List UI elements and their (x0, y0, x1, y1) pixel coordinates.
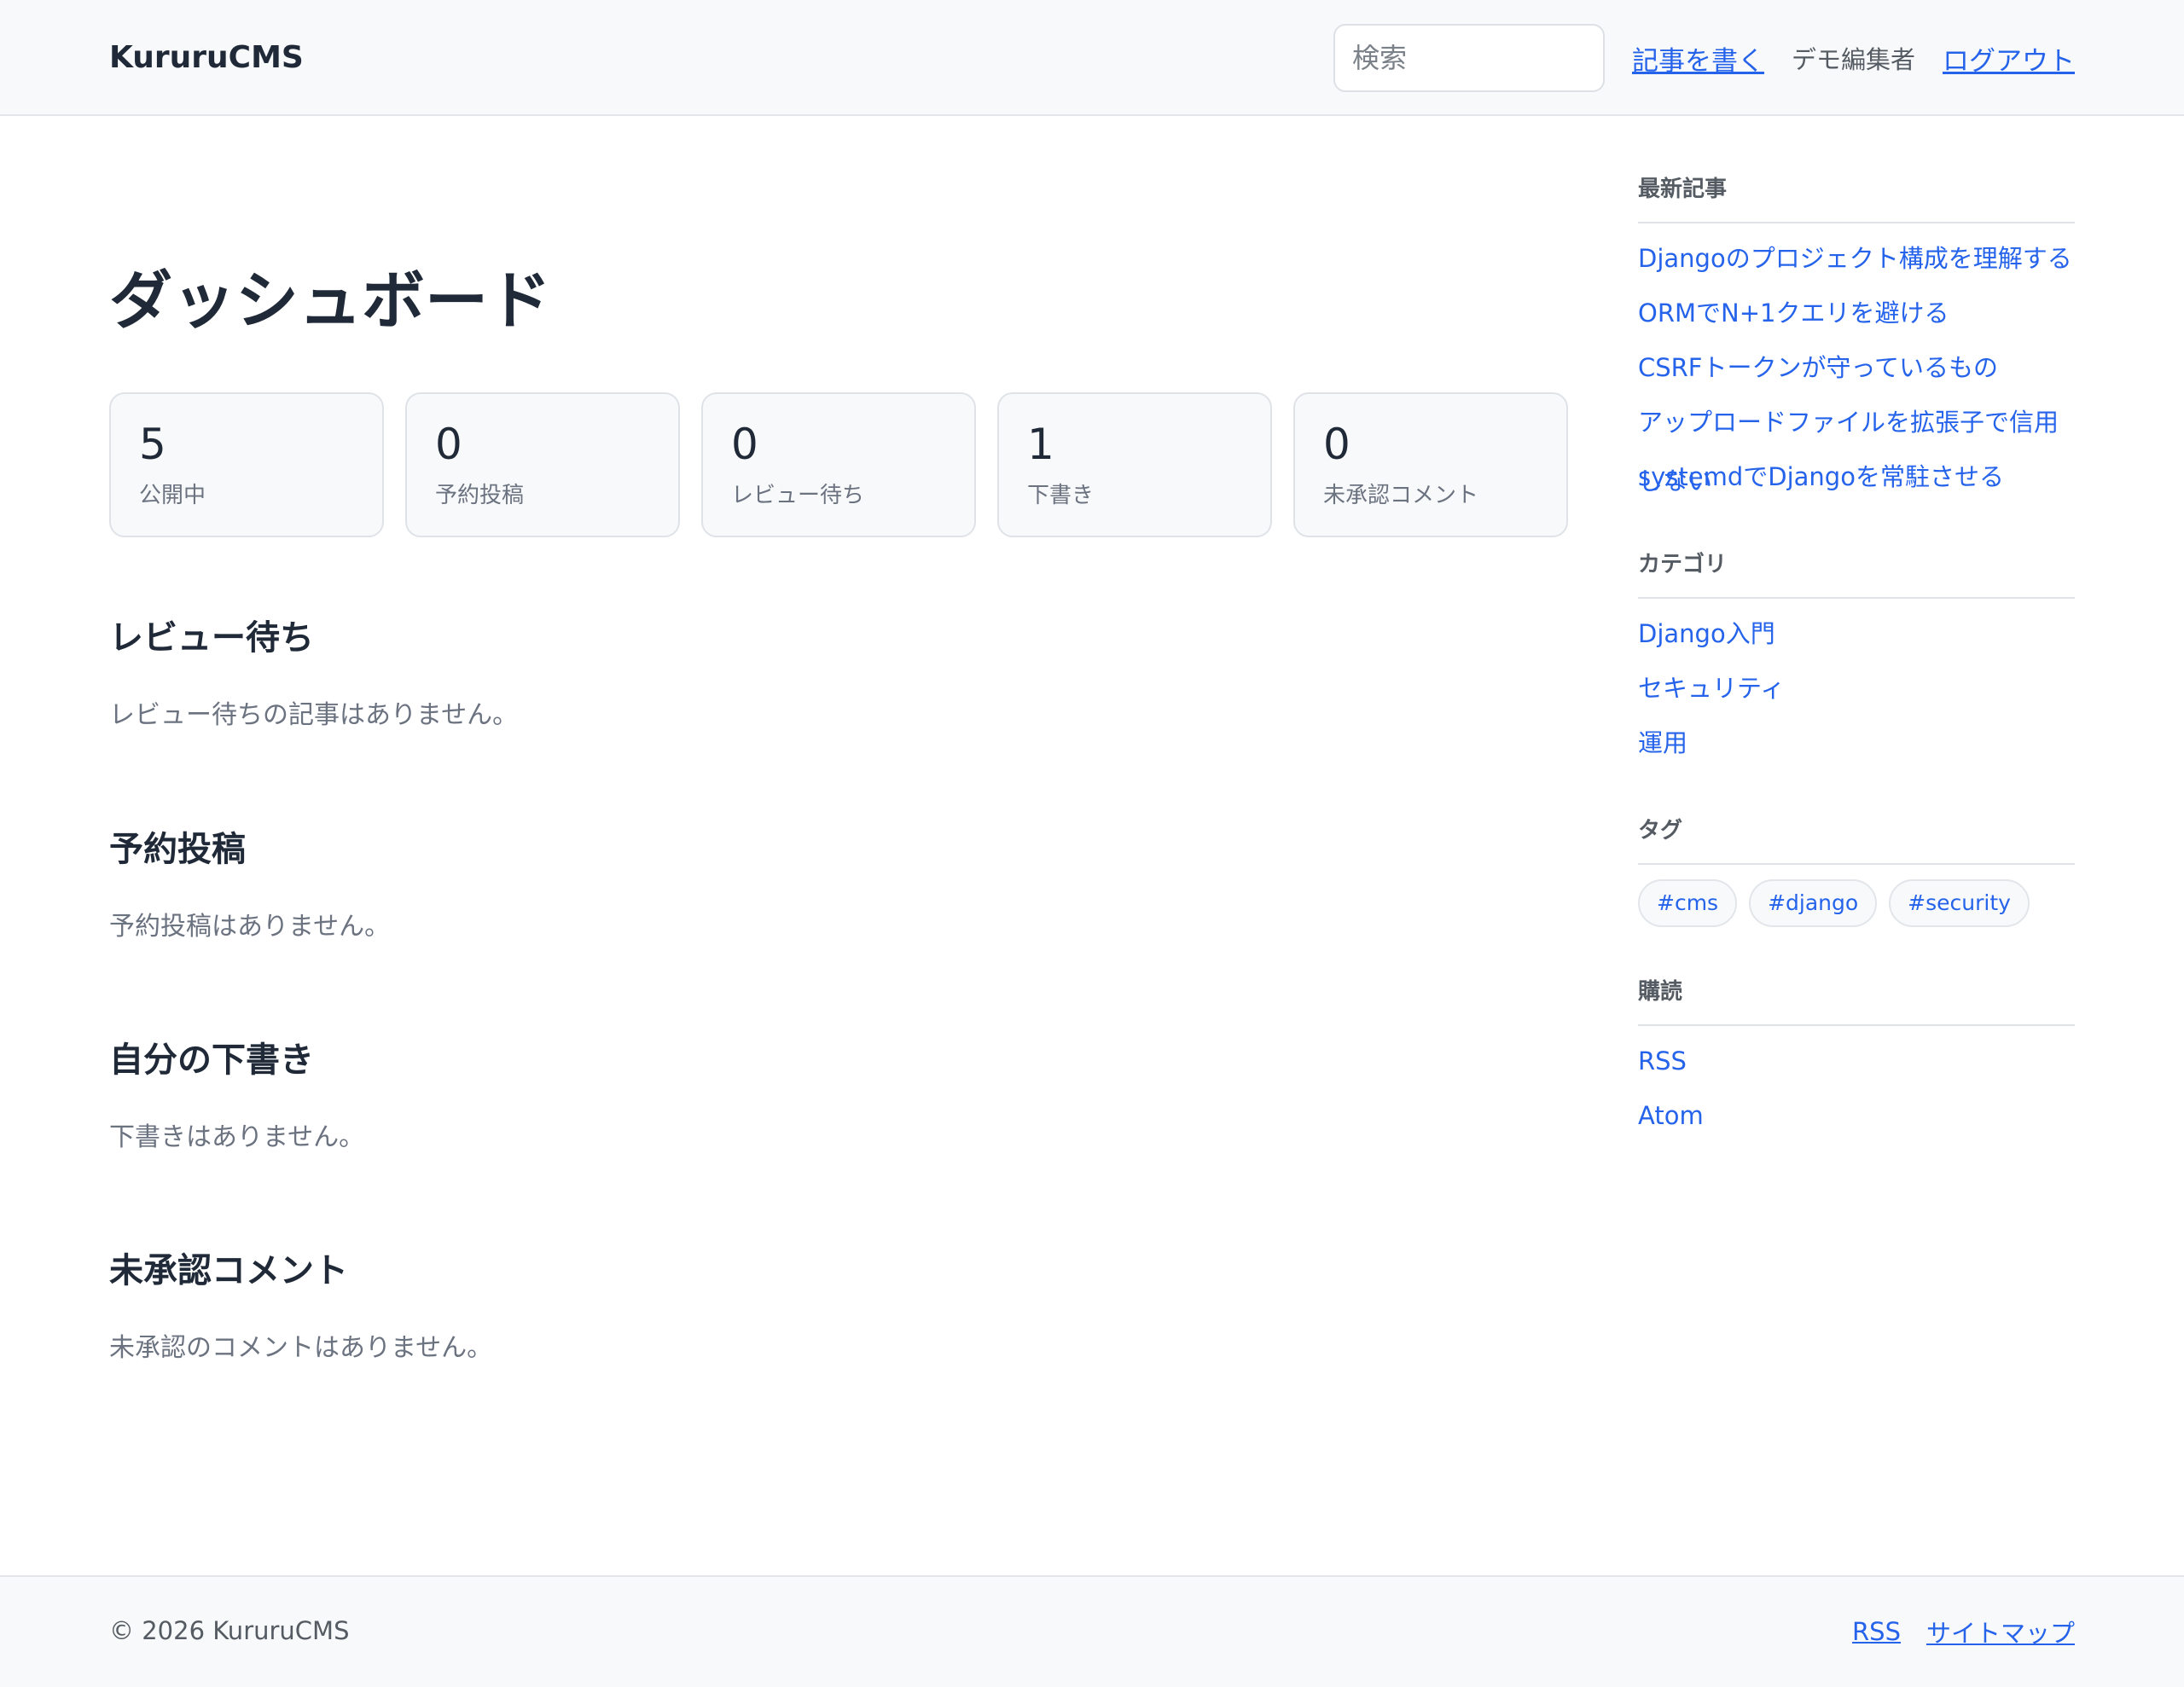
empty-message: レビュー待ちの記事はありません。 (109, 700, 519, 730)
recent-post-link[interactable]: Djangoのプロジェクト構成を理解する (1638, 244, 2072, 273)
recent-post-link[interactable]: ORMでN+1クエリを避ける (1638, 299, 1949, 328)
stat-card-unapproved-comments: 0 未承認コメント (1293, 392, 1568, 537)
stat-value: 0 (1323, 420, 1350, 469)
recent-post-link[interactable]: systemdでDjangoを常駐させる (1638, 462, 2004, 491)
section-title: 自分の下書き (109, 1041, 314, 1080)
stat-label: 公開中 (139, 483, 206, 508)
stat-label: 下書き (1027, 483, 1095, 508)
stat-card-pending-review: 0 レビュー待ち (701, 392, 976, 537)
sidebar-heading: タグ (1638, 814, 2075, 865)
sidebar-categories: カテゴリ Django入門 セキュリティ 運用 (1638, 548, 2075, 770)
recent-post-link[interactable]: CSRFトークンが守っているもの (1638, 353, 1998, 382)
stat-label: レビュー待ち (731, 483, 865, 508)
section-scheduled: 予約投稿 予約投稿はありません。 (109, 832, 390, 940)
section-my-drafts: 自分の下書き 下書きはありません。 (109, 1043, 364, 1151)
brand-logo-link[interactable]: KururuCMS (109, 0, 304, 116)
stat-value: 0 (435, 420, 462, 469)
site-header: KururuCMS 記事を書く デモ編集者 ログアウト (0, 0, 2184, 116)
list-item: アップロードファイルを拡張子で信用しない (1638, 395, 2075, 496)
stat-card-published: 5 公開中 (109, 392, 384, 537)
section-title: 予約投稿 (109, 830, 246, 869)
list-item: Atom (1638, 1088, 2075, 1143)
tag-list: #cms #django #security (1638, 879, 2075, 927)
footer-links: RSS サイトマップ (1852, 1577, 2075, 1685)
subscribe-list: RSS Atom (1638, 1034, 2075, 1143)
list-item: Djangoのプロジェクト構成を理解する (1638, 231, 2075, 286)
tag-chip[interactable]: #security (1889, 879, 2030, 927)
empty-message: 下書きはありません。 (109, 1122, 365, 1152)
recent-posts-list: Djangoのプロジェクト構成を理解する ORMでN+1クエリを避ける CSRF… (1638, 231, 2075, 504)
copyright-text: © 2026 KururuCMS (109, 1616, 350, 1645)
stat-card-drafts: 1 下書き (997, 392, 1272, 537)
list-item: セキュリティ (1638, 661, 2075, 716)
list-item: Django入門 (1638, 606, 2075, 661)
sidebar-subscribe: 購読 RSS Atom (1638, 975, 2075, 1143)
stat-value: 5 (139, 420, 166, 469)
site-footer: © 2026 KururuCMS RSS サイトマップ (0, 1575, 2184, 1687)
list-item: CSRFトークンが守っているもの (1638, 340, 2075, 395)
list-item: systemdでDjangoを常駐させる (1638, 449, 2075, 504)
sidebar-heading: 購読 (1638, 975, 2075, 1026)
search-input[interactable] (1333, 24, 1605, 92)
sidebar-heading: カテゴリ (1638, 548, 2075, 599)
stat-label: 予約投稿 (435, 483, 525, 508)
stat-label: 未承認コメント (1323, 483, 1479, 508)
footer-rss-link[interactable]: RSS (1852, 1617, 1901, 1646)
list-item: 運用 (1638, 716, 2075, 770)
section-pending-review: レビュー待ち レビュー待ちの記事はありません。 (109, 621, 518, 728)
category-link[interactable]: 運用 (1638, 728, 1687, 757)
write-article-link[interactable]: 記事を書く (1632, 39, 1764, 78)
empty-message: 予約投稿はありません。 (109, 912, 391, 942)
tag-chip[interactable]: #cms (1638, 879, 1738, 927)
sidebar-recent-posts: 最新記事 Djangoのプロジェクト構成を理解する ORMでN+1クエリを避ける… (1638, 172, 2075, 504)
atom-feed-link[interactable]: Atom (1638, 1101, 1704, 1130)
stat-value: 1 (1027, 420, 1054, 469)
list-item: RSS (1638, 1034, 2075, 1088)
current-user-name: デモ編集者 (1791, 45, 1915, 74)
empty-message: 未承認のコメントはありません。 (109, 1333, 493, 1363)
logout-link[interactable]: ログアウト (1943, 39, 2075, 78)
categories-list: Django入門 セキュリティ 運用 (1638, 606, 2075, 770)
footer-sitemap-link[interactable]: サイトマップ (1926, 1614, 2075, 1649)
header-nav: 記事を書く デモ編集者 ログアウト (1333, 0, 2075, 116)
stats-row: 5 公開中 0 予約投稿 0 レビュー待ち 1 下書き 0 未承認コメント (109, 392, 1568, 537)
category-link[interactable]: Django入門 (1638, 619, 1775, 648)
section-title: レビュー待ち (109, 618, 314, 658)
list-item: ORMでN+1クエリを避ける (1638, 286, 2075, 340)
stat-card-scheduled: 0 予約投稿 (405, 392, 680, 537)
rss-feed-link[interactable]: RSS (1638, 1046, 1687, 1075)
section-unapproved-comments: 未承認コメント 未承認のコメントはありません。 (109, 1254, 492, 1361)
sidebar-heading: 最新記事 (1638, 172, 2075, 223)
category-link[interactable]: セキュリティ (1638, 674, 1785, 703)
tag-chip[interactable]: #django (1749, 879, 1878, 927)
sidebar-tags: タグ #cms #django #security (1638, 814, 2075, 927)
page-title: ダッシュボード (109, 264, 551, 338)
section-title: 未承認コメント (109, 1251, 348, 1290)
stat-value: 0 (731, 420, 758, 469)
